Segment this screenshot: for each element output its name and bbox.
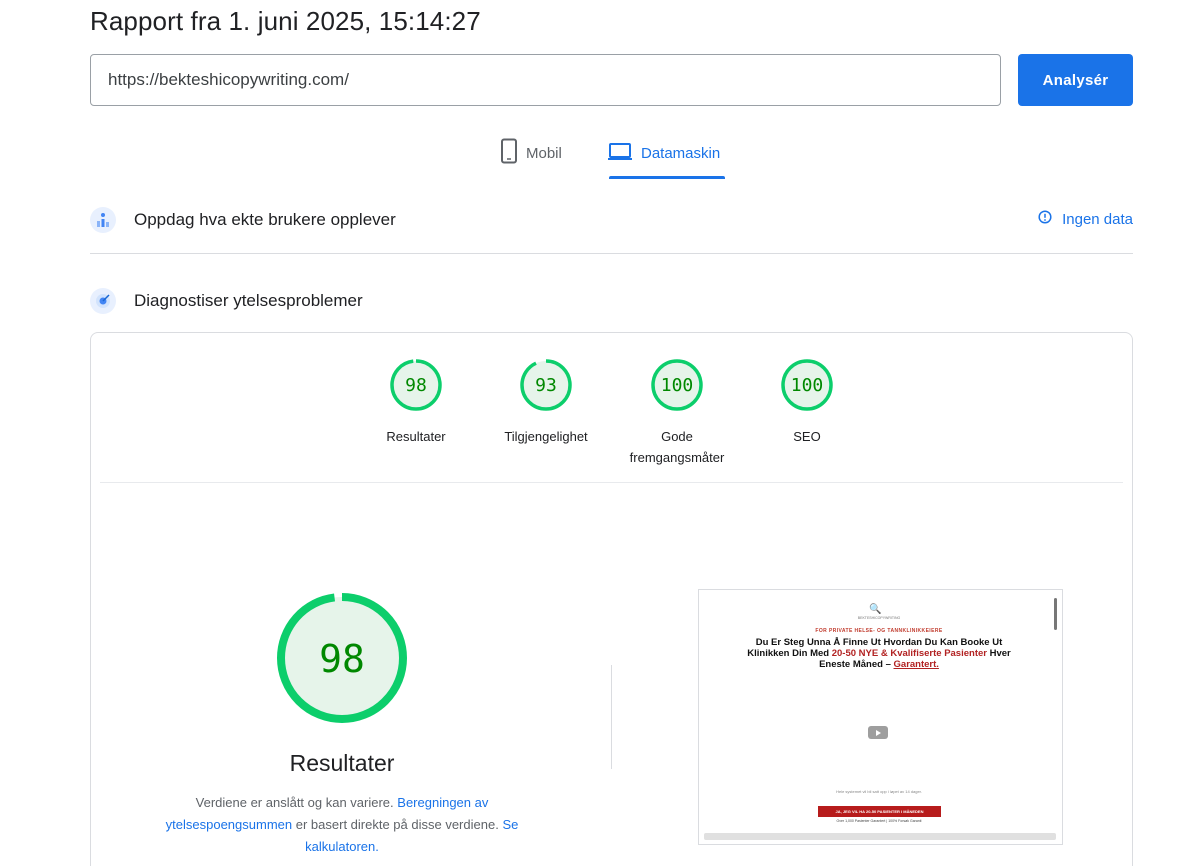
url-input[interactable] xyxy=(90,54,1001,106)
headline-underline: Garantert. xyxy=(893,659,939,670)
gauge-best-practices[interactable]: 100 Gode fremgangsmåter xyxy=(612,358,742,468)
performance-label: Resultater xyxy=(289,750,395,776)
gauge-score: 100 xyxy=(661,375,694,396)
screenshot-small-text: Hele systemet vil bli satt opp i løpet a… xyxy=(836,789,922,794)
screenshot-brand: BEKTESHICOPYWRITING xyxy=(857,616,901,620)
tab-mobile[interactable]: Mobil xyxy=(500,138,562,180)
tab-desktop[interactable]: Datamaskin xyxy=(607,138,720,180)
tab-mobile-label: Mobil xyxy=(526,145,562,162)
card-divider xyxy=(100,482,1123,483)
active-tab-indicator xyxy=(609,176,725,179)
laptop-icon xyxy=(607,138,633,168)
gauge-accessibility[interactable]: 93 Tilgjengelighet xyxy=(481,358,611,447)
gauge-seo[interactable]: 100 SEO xyxy=(742,358,872,447)
no-data-link[interactable]: Ingen data xyxy=(1038,210,1133,228)
screenshot-kicker: FOR PRIVATE HELSE- OG TANNKLINIKKEIERE xyxy=(815,628,943,634)
vertical-divider xyxy=(611,665,612,769)
gauge-label: SEO xyxy=(793,429,821,444)
gauge-label: Tilgjengelighet xyxy=(504,429,588,444)
analyze-button[interactable]: Analysér xyxy=(1018,54,1133,106)
gauge-ring: 100 xyxy=(781,359,833,411)
gauge-ring: 100 xyxy=(651,359,703,411)
screenshot-fine-print: Over 1,000 Pasienter Garantert | 100% Fo… xyxy=(836,819,922,823)
note-text: Verdiene er anslått og kan variere. xyxy=(195,795,394,810)
tab-desktop-label: Datamaskin xyxy=(641,145,721,162)
lighthouse-icon xyxy=(90,288,116,314)
performance-note: Verdiene er anslått og kan variere. Bere… xyxy=(142,792,542,858)
note-text-middle: er basert direkte på disse verdiene. xyxy=(295,817,499,832)
phone-icon xyxy=(500,138,518,168)
users-chart-icon xyxy=(90,207,116,233)
gauge-performance[interactable]: 98 Resultater xyxy=(351,358,481,447)
screenshot-horizontal-scrollbar xyxy=(704,833,1056,840)
page-title: Rapport fra 1. juni 2025, 15:14:27 xyxy=(90,6,481,36)
video-play-icon xyxy=(868,726,888,739)
no-data-label: Ingen data xyxy=(1062,210,1133,228)
performance-score: 98 xyxy=(319,637,365,681)
performance-gauge-large: 98 xyxy=(276,592,408,729)
gauge-score: 93 xyxy=(535,375,557,396)
field-data-section: Oppdag hva ekte brukere opplever Ingen d… xyxy=(90,204,1133,236)
screenshot-cta: JA, JEG VIL HA 20-50 PASIENTER I MÅNEDEN xyxy=(818,806,941,817)
gauge-score: 100 xyxy=(791,375,824,396)
gauge-ring: 98 xyxy=(390,359,442,411)
gauge-label: Resultater xyxy=(386,429,446,444)
headline-red: 20-50 NYE & Kvalifiserte Pasienter xyxy=(831,648,987,659)
diagnostics-section: Diagnostiser ytelsesproblemer xyxy=(90,285,1133,317)
gauge-score: 98 xyxy=(405,375,427,396)
gauge-label: Gode fremgangsmåter xyxy=(629,429,725,465)
info-icon xyxy=(1038,210,1052,228)
screenshot-logo-icon: 🔍 xyxy=(869,604,882,615)
screenshot-scrollbar xyxy=(1054,598,1057,630)
gauge-ring: 93 xyxy=(520,359,572,411)
section-divider xyxy=(90,253,1133,254)
diagnostics-title: Diagnostiser ytelsesproblemer xyxy=(134,291,363,310)
page-screenshot: 🔍 BEKTESHICOPYWRITING FOR PRIVATE HELSE-… xyxy=(698,589,1063,845)
field-data-title: Oppdag hva ekte brukere opplever xyxy=(134,210,396,229)
screenshot-headline: Du Er Steg Unna Å Finne Ut Hvordan Du Ka… xyxy=(739,637,1019,670)
